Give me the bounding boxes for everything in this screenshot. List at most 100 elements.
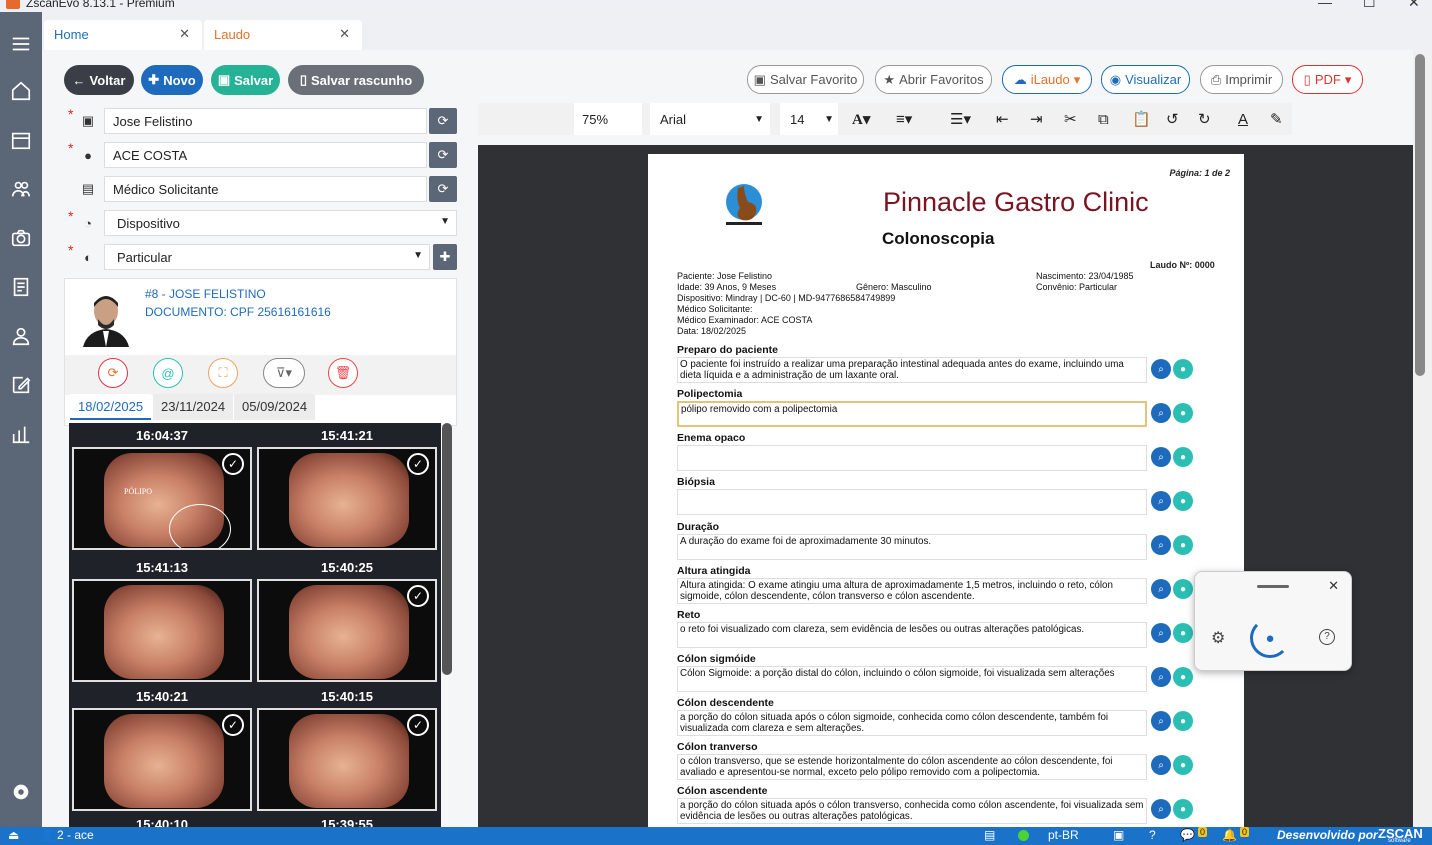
window-icon[interactable]: ▣ [1113,828,1124,842]
font-style-icon[interactable]: A▾ [852,103,870,135]
font-color-icon[interactable]: A [1238,103,1248,135]
new-button[interactable]: ✚ Novo [141,65,203,95]
section-text[interactable]: Cólon Sigmoide: a porção distal do cólon… [677,666,1147,692]
mic-icon[interactable]: ● [1173,667,1193,687]
section-text[interactable] [677,489,1147,515]
delete-button[interactable]: 🗑 [328,358,358,388]
pdf-dropdown[interactable]: ▯ PDF ▾ [1292,65,1363,94]
document-icon[interactable] [8,275,34,299]
search-icon[interactable]: ⌕ [1151,623,1171,643]
examiner-input[interactable]: ACE COSTA [104,142,427,168]
section-text[interactable]: O paciente foi instruído a realizar uma … [677,357,1147,383]
calendar-icon[interactable] [8,128,34,152]
section-text[interactable]: o reto foi visualizado com clareza, sem … [677,622,1147,648]
fullscreen-button[interactable]: ⛶ [208,358,238,388]
align-icon[interactable]: ≡▾ [896,103,912,135]
plan-select[interactable]: Particular ▼ [104,244,430,270]
search-icon[interactable]: ⌕ [1151,491,1171,511]
add-plan-button[interactable]: ✚ [433,244,457,270]
font-size-select[interactable]: 14 ▼ [780,103,838,135]
mic-icon[interactable]: ● [1173,491,1193,511]
mic-icon[interactable]: ● [1173,711,1193,731]
requester-input[interactable]: Médico Solicitante [104,176,427,202]
undo-icon[interactable]: ↺ [1166,103,1179,135]
maximize-icon[interactable]: ☐ [1363,0,1376,11]
section-text[interactable] [677,445,1147,471]
refresh-patient-button[interactable]: ⟳ [429,108,457,134]
microphone-icon[interactable]: ● [1250,618,1290,658]
thumbnail[interactable]: PÓLIPO ✓ [72,447,252,550]
section-text[interactable]: A duração do exame foi de aproximadament… [677,534,1147,560]
check-icon[interactable]: ✓ [222,453,244,475]
mic-icon[interactable]: ● [1173,623,1193,643]
font-select[interactable]: Arial ▼ [650,103,770,135]
refresh-media-button[interactable]: ⟳ [98,358,128,388]
minimize-icon[interactable]: — [1318,0,1332,10]
close-tab-icon[interactable]: ✕ [339,26,350,42]
mic-icon[interactable]: ● [1173,403,1193,423]
date-tab-1[interactable]: 18/02/2025 [70,394,152,420]
logout-icon[interactable]: ⏏ [8,828,19,842]
patient-input[interactable]: Jose Felistino [104,108,427,134]
redo-icon[interactable]: ↻ [1198,103,1211,135]
search-icon[interactable]: ⌕ [1151,799,1171,819]
mic-icon[interactable]: ● [1173,447,1193,467]
device-select[interactable]: Dispositivo ▼ [104,210,457,236]
keyboard-icon[interactable]: ▤ [984,828,995,842]
scrollbar-thumb[interactable] [1415,54,1425,376]
close-window-icon[interactable]: ✕ [1408,0,1420,11]
drag-handle[interactable] [1257,585,1289,588]
section-text[interactable]: Altura atingida: O exame atingiu uma alt… [677,578,1147,604]
refresh-requester-button[interactable]: ⟳ [429,176,457,202]
home-icon[interactable] [8,79,34,103]
email-button[interactable]: @ [153,358,183,388]
check-icon[interactable]: ✓ [407,453,429,475]
date-tab-2[interactable]: 23/11/2024 [153,394,234,420]
help-icon[interactable]: ? [1319,629,1335,645]
mic-icon[interactable]: ● [1173,755,1193,775]
gallery-scrollbar[interactable] [442,423,452,675]
refresh-examiner-button[interactable]: ⟳ [429,142,457,168]
camera-icon[interactable] [8,226,34,250]
help-icon[interactable]: ? [1149,828,1156,842]
ilaudo-dropdown[interactable]: ☁ iLaudo ▾ [1002,65,1092,94]
cut-icon[interactable]: ✂ [1064,103,1077,135]
check-icon[interactable]: ✓ [222,714,244,736]
gear-icon[interactable]: ⚙ [1211,628,1225,648]
thumbnail[interactable]: ✓ [257,708,437,811]
print-button[interactable]: ⎙ Imprimir [1200,65,1283,94]
open-favorites-button[interactable]: ★ Abrir Favoritos [875,65,992,94]
page-scrollbar[interactable] [1413,50,1432,827]
section-text[interactable]: a porção do cólon situada após o cólon t… [677,798,1147,824]
search-icon[interactable]: ⌕ [1151,579,1171,599]
check-icon[interactable]: ✓ [407,585,429,607]
save-draft-button[interactable]: ▯ Salvar rascunho [288,65,424,95]
check-icon[interactable]: ✓ [407,714,429,736]
doctor-icon[interactable] [8,324,34,348]
paste-icon[interactable]: 📋 [1132,103,1151,135]
list-icon[interactable]: ☰▾ [950,103,971,135]
preview-button[interactable]: ◉ Visualizar [1101,65,1190,94]
search-icon[interactable]: ⌕ [1151,447,1171,467]
section-text[interactable]: pólipo removido com a polipectomia [677,401,1147,427]
chart-icon[interactable] [8,422,34,446]
save-favorite-button[interactable]: ▣ Salvar Favorito [747,65,864,94]
bell-icon[interactable]: 🔔 [1222,828,1237,842]
menu-icon[interactable] [8,32,34,56]
search-icon[interactable]: ⌕ [1151,667,1171,687]
search-icon[interactable]: ⌕ [1151,711,1171,731]
highlight-icon[interactable]: ✎ [1270,103,1283,135]
mic-icon[interactable]: ● [1173,579,1193,599]
zoom-select[interactable]: 75% [574,103,642,135]
edit-icon[interactable] [8,373,34,397]
close-tab-icon[interactable]: ✕ [179,26,190,42]
language[interactable]: pt-BR [1048,828,1079,842]
mic-icon[interactable]: ● [1173,359,1193,379]
tab-home[interactable]: Home ✕ [44,20,202,50]
thumbnail[interactable]: ✓ [257,579,437,682]
copy-icon[interactable]: ⧉ [1098,103,1109,135]
thumbnail[interactable]: ✓ [72,708,252,811]
search-icon[interactable]: ⌕ [1151,403,1171,423]
settings-icon[interactable] [8,780,34,804]
users-icon[interactable] [8,177,34,201]
